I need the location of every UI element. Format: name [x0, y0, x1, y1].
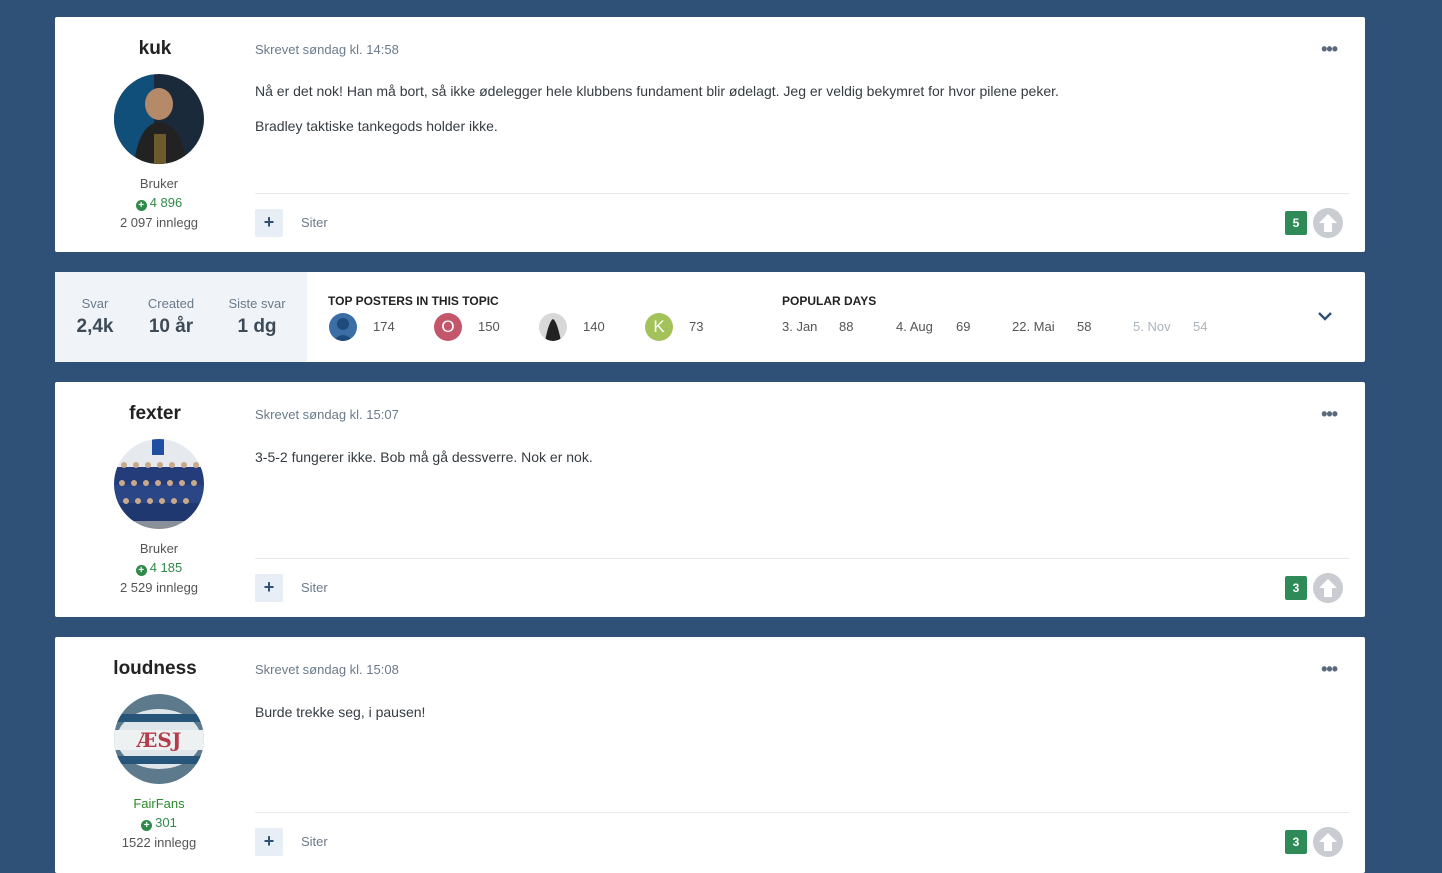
- plus-icon[interactable]: +: [255, 828, 283, 856]
- post-body: Nå er det nok! Han må bort, så ikke ødel…: [255, 83, 1059, 153]
- day-count: 69: [956, 319, 971, 334]
- post-timestamp[interactable]: Skrevet søndag kl. 14:58: [255, 42, 399, 57]
- stat-value: 2,4k: [76, 316, 114, 337]
- avatar[interactable]: K: [645, 313, 673, 341]
- reaction-count-badge[interactable]: 3: [1285, 576, 1307, 600]
- stat-label: Created: [147, 296, 195, 311]
- quote-button[interactable]: Siter: [301, 834, 328, 849]
- avatar[interactable]: O: [434, 313, 462, 341]
- poster-count: 140: [583, 319, 605, 334]
- post-fexter: fexter Bruker +4 185 2 529 innlegg Skrev…: [55, 382, 1365, 617]
- reaction-count-badge[interactable]: 3: [1285, 830, 1307, 854]
- avatar[interactable]: [539, 313, 567, 341]
- plus-icon[interactable]: +: [255, 209, 283, 237]
- post-count: 2 097 innlegg: [119, 215, 199, 230]
- reputation-plus-icon: +: [141, 820, 153, 831]
- day-date: 5. Nov: [1133, 319, 1171, 334]
- divider: [255, 812, 1349, 813]
- post-paragraph: Burde trekke seg, i pausen!: [255, 704, 426, 720]
- reputation: +4 896: [55, 195, 263, 211]
- avatar[interactable]: ÆSJ: [114, 694, 204, 784]
- upvote-arrow-icon[interactable]: [1313, 208, 1343, 238]
- post-loudness: loudness ÆSJ FairFans +301 1522 innlegg …: [55, 637, 1365, 873]
- reputation: +4 185: [55, 560, 263, 576]
- divider: [255, 558, 1349, 559]
- stat-replies: Svar 2,4k: [73, 296, 117, 338]
- post-paragraph: Nå er det nok! Han må bort, så ikke ødel…: [255, 83, 1059, 99]
- author-name[interactable]: loudness: [55, 658, 255, 680]
- reputation-value: 4 896: [149, 195, 183, 210]
- post-body: 3-5-2 fungerer ikke. Bob må gå dessverre…: [255, 449, 593, 484]
- author-role: FairFans: [133, 796, 185, 811]
- plus-icon[interactable]: +: [255, 574, 283, 602]
- topic-stats-bar: Svar 2,4k Created 10 år Siste svar 1 dg …: [55, 272, 1365, 362]
- upvote-arrow-icon[interactable]: [1313, 827, 1343, 857]
- reputation-plus-icon: +: [135, 200, 147, 211]
- poster-count: 174: [373, 319, 395, 334]
- reputation-value: 301: [155, 815, 177, 830]
- reputation: +301: [55, 815, 263, 831]
- quote-button[interactable]: Siter: [301, 580, 328, 595]
- more-options-icon[interactable]: •••: [1321, 659, 1338, 680]
- post-count: 1522 innlegg: [121, 835, 197, 850]
- stat-label: Siste svar: [228, 296, 286, 311]
- chevron-down-icon[interactable]: [1317, 308, 1333, 329]
- reputation-value: 4 185: [149, 560, 183, 575]
- avatar[interactable]: [114, 74, 204, 164]
- author-name[interactable]: fexter: [55, 403, 255, 425]
- more-options-icon[interactable]: •••: [1321, 404, 1338, 425]
- post-body: Burde trekke seg, i pausen!: [255, 704, 425, 739]
- stat-last-reply: Siste svar 1 dg: [223, 296, 291, 338]
- author-name[interactable]: kuk: [55, 38, 255, 60]
- popular-day[interactable]: 3. Jan 88: [782, 319, 872, 334]
- day-date: 4. Aug: [896, 319, 933, 334]
- quote-button[interactable]: Siter: [301, 215, 328, 230]
- post-paragraph: Bradley taktiske tankegods holder ikke.: [255, 118, 498, 134]
- stat-label: Svar: [81, 296, 109, 311]
- top-poster[interactable]: O 150: [434, 313, 514, 341]
- post-timestamp[interactable]: Skrevet søndag kl. 15:07: [255, 407, 399, 422]
- day-date: 3. Jan: [782, 319, 818, 334]
- top-poster[interactable]: K 73: [645, 313, 725, 341]
- stat-value: 1 dg: [237, 316, 277, 337]
- reaction-count-badge[interactable]: 5: [1285, 211, 1307, 235]
- post-paragraph: 3-5-2 fungerer ikke. Bob må gå dessverre…: [255, 449, 593, 465]
- top-poster[interactable]: 140: [539, 313, 619, 341]
- svg-text:ÆSJ: ÆSJ: [136, 728, 182, 752]
- stat-created: Created 10 år: [141, 296, 201, 338]
- day-count: 54: [1193, 319, 1208, 334]
- post-count: 2 529 innlegg: [119, 580, 199, 595]
- more-options-icon[interactable]: •••: [1321, 39, 1338, 60]
- author-role: Bruker: [139, 541, 179, 556]
- day-count: 58: [1077, 319, 1092, 334]
- poster-count: 73: [689, 319, 704, 334]
- avatar[interactable]: [329, 313, 357, 341]
- top-poster[interactable]: 174: [329, 313, 409, 341]
- popular-day[interactable]: 4. Aug 69: [896, 319, 986, 334]
- day-date: 22. Mai: [1012, 319, 1055, 334]
- popular-day[interactable]: 22. Mai 58: [1012, 319, 1102, 334]
- stat-value: 10 år: [148, 316, 194, 337]
- poster-count: 150: [478, 319, 500, 334]
- popular-day[interactable]: 5. Nov 54: [1133, 319, 1223, 334]
- post-kuk: kuk Bruker +4 896 2 097 innlegg Skrevet …: [55, 17, 1365, 252]
- post-timestamp[interactable]: Skrevet søndag kl. 15:08: [255, 662, 399, 677]
- avatar[interactable]: [114, 439, 204, 529]
- reputation-plus-icon: +: [135, 565, 147, 576]
- day-count: 88: [839, 319, 854, 334]
- upvote-arrow-icon[interactable]: [1313, 573, 1343, 603]
- topic-stats-summary: Svar 2,4k Created 10 år Siste svar 1 dg: [55, 272, 307, 362]
- top-posters-heading: TOP POSTERS IN THIS TOPIC: [328, 294, 499, 308]
- divider: [255, 193, 1349, 194]
- author-role: Bruker: [139, 176, 179, 191]
- popular-days-heading: POPULAR DAYS: [782, 294, 877, 308]
